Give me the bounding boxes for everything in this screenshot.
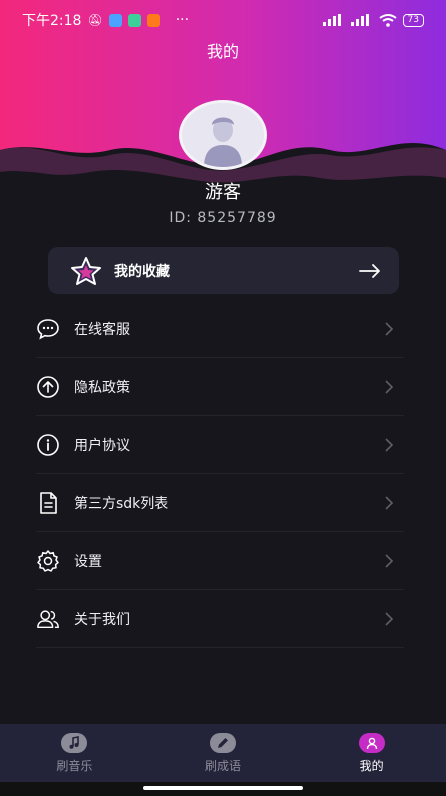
menu-item-privacy-policy[interactable]: 隐私政策 xyxy=(36,358,404,416)
menu-item-label: 第三方sdk列表 xyxy=(74,495,169,512)
notification-message-icon xyxy=(127,13,141,27)
document-icon xyxy=(36,491,60,515)
menu-item-third-party-sdk[interactable]: 第三方sdk列表 xyxy=(36,474,404,532)
bottom-tab-bar: 刷音乐 刷成语 我的 xyxy=(0,724,446,782)
status-time: 下午2:18 xyxy=(22,13,82,29)
menu-item-user-agreement[interactable]: 用户协议 xyxy=(36,416,404,474)
chevron-right-icon xyxy=(385,611,394,626)
tab-label: 刷音乐 xyxy=(56,758,93,773)
star-icon xyxy=(71,256,101,285)
chevron-right-icon xyxy=(385,495,394,510)
chevron-right-icon xyxy=(385,379,394,394)
chevron-right-icon xyxy=(385,321,394,336)
wifi-icon xyxy=(378,13,397,27)
music-note-icon xyxy=(61,732,88,753)
menu-item-label: 关于我们 xyxy=(74,611,130,628)
status-bar: 下午2:18 🔕︎ ··· 73 xyxy=(0,0,446,40)
signal-icon xyxy=(322,14,341,26)
favorites-label: 我的收藏 xyxy=(114,263,170,280)
gear-icon xyxy=(36,549,60,573)
pen-icon xyxy=(210,732,236,753)
notification-mi-icon xyxy=(146,13,160,27)
info-circle-icon xyxy=(36,433,60,457)
menu-item-customer-service[interactable]: 在线客服 xyxy=(36,300,404,358)
person-icon xyxy=(358,732,385,753)
arrow-right-icon xyxy=(359,263,380,278)
username: 游客 xyxy=(205,182,241,203)
default-avatar-icon xyxy=(182,103,264,167)
mute-icon: 🔕︎ xyxy=(87,13,103,27)
user-id: ID: 85257789 xyxy=(169,210,277,226)
tab-mine[interactable]: 我的 xyxy=(297,724,446,782)
favorites-button[interactable]: 我的收藏 xyxy=(48,247,399,294)
tab-label: 刷成语 xyxy=(205,758,242,773)
chat-bubble-icon xyxy=(36,317,60,341)
menu-item-settings[interactable]: 设置 xyxy=(36,532,404,590)
menu-item-label: 设置 xyxy=(74,553,102,570)
tab-label: 我的 xyxy=(359,758,384,773)
menu-item-label: 隐私政策 xyxy=(74,379,130,396)
upload-circle-icon xyxy=(36,375,60,399)
menu-item-label: 用户协议 xyxy=(74,437,130,454)
settings-menu: 在线客服 隐私政策 用户协议 第三方sdk列表 设置 关于我们 xyxy=(36,300,404,648)
chevron-right-icon xyxy=(385,437,394,452)
page-title: 我的 xyxy=(206,42,239,61)
avatar[interactable] xyxy=(179,100,267,170)
signal-icon-2 xyxy=(350,14,369,26)
more-notifications-icon: ··· xyxy=(175,12,190,28)
menu-item-label: 在线客服 xyxy=(74,321,130,338)
tab-music[interactable]: 刷音乐 xyxy=(0,724,149,782)
home-indicator[interactable] xyxy=(143,786,303,790)
tab-idioms[interactable]: 刷成语 xyxy=(149,724,298,782)
notification-app-icon xyxy=(108,13,122,27)
users-icon xyxy=(36,607,60,631)
chevron-right-icon xyxy=(385,553,394,568)
battery-indicator: 73 xyxy=(402,13,424,27)
menu-item-about-us[interactable]: 关于我们 xyxy=(36,590,404,648)
